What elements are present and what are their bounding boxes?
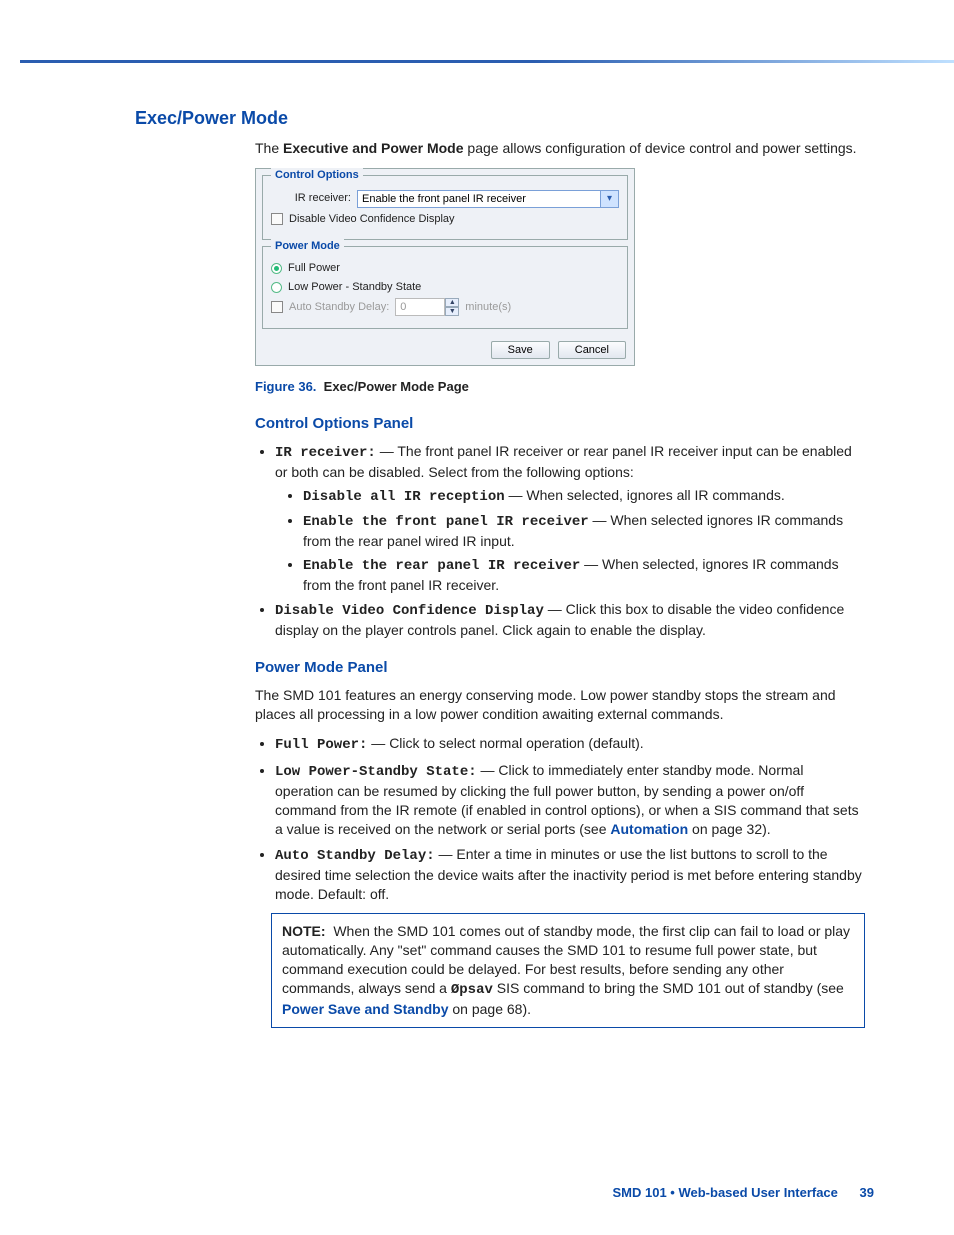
low-power-radio[interactable]: [271, 282, 282, 293]
control-options-legend: Control Options: [271, 168, 363, 183]
figure-caption: Figure 36. Exec/Power Mode Page: [255, 378, 865, 396]
auto-standby-spinner[interactable]: ▲ ▼: [395, 298, 459, 316]
disable-vcd-label: Disable Video Confidence Display: [289, 212, 455, 227]
low-power-label: Low Power - Standby State: [288, 280, 421, 295]
full-power-radio[interactable]: [271, 263, 282, 274]
intro-paragraph: The Executive and Power Mode page allows…: [255, 139, 865, 158]
low-power-desc-b: on page 32).: [688, 821, 771, 837]
page-section-heading: Exec/Power Mode: [135, 108, 865, 129]
note-command: Øpsav: [451, 982, 493, 998]
figure-title: Exec/Power Mode Page: [324, 379, 469, 394]
figure-number: Figure 36.: [255, 379, 316, 394]
power-mode-legend: Power Mode: [271, 239, 344, 254]
note-text-c: on page 68).: [449, 1001, 532, 1017]
auto-standby-term: Auto Standby Delay:: [275, 848, 435, 864]
auto-standby-value[interactable]: [395, 298, 445, 316]
spinner-down-icon[interactable]: ▼: [445, 307, 459, 316]
list-item: Full Power: — Click to select normal ope…: [275, 734, 865, 755]
full-power-term: Full Power:: [275, 737, 367, 753]
power-mode-panel-heading: Power Mode Panel: [255, 658, 865, 678]
full-power-label: Full Power: [288, 261, 340, 276]
opt1-desc: — When selected, ignores all IR commands…: [505, 487, 785, 503]
footer-page-number: 39: [860, 1185, 874, 1200]
config-screenshot: Control Options IR receiver: ▾ Disable V…: [255, 168, 635, 367]
list-item: Enable the front panel IR receiver — Whe…: [303, 511, 865, 551]
ir-receiver-label: IR receiver:: [271, 191, 351, 206]
full-power-desc: — Click to select normal operation (defa…: [367, 735, 643, 751]
intro-bold: Executive and Power Mode: [283, 140, 464, 156]
power-mode-group: Power Mode Full Power Low Power - Standb…: [262, 246, 628, 330]
minutes-label: minute(s): [465, 300, 511, 315]
power-mode-list: Full Power: — Click to select normal ope…: [255, 734, 865, 903]
auto-standby-label: Auto Standby Delay:: [289, 300, 389, 315]
list-item: Low Power-Standby State: — Click to imme…: [275, 761, 865, 839]
note-text-b: SIS command to bring the SMD 101 out of …: [493, 980, 844, 996]
opt3-term: Enable the rear panel IR receiver: [303, 558, 580, 574]
power-mode-intro: The SMD 101 features an energy conservin…: [255, 686, 865, 724]
chevron-down-icon[interactable]: ▾: [601, 190, 619, 208]
intro-pre: The: [255, 140, 283, 156]
list-item: Enable the rear panel IR receiver — When…: [303, 555, 865, 595]
low-power-term: Low Power-Standby State:: [275, 764, 477, 780]
auto-standby-checkbox[interactable]: [271, 301, 283, 313]
intro-post: page allows configuration of device cont…: [464, 140, 857, 156]
ir-receiver-value[interactable]: [357, 190, 601, 208]
ir-receiver-term: IR receiver:: [275, 445, 376, 461]
save-button[interactable]: Save: [491, 341, 550, 359]
list-item: Disable Video Confidence Display — Click…: [275, 600, 865, 640]
list-item: Auto Standby Delay: — Enter a time in mi…: [275, 845, 865, 904]
automation-link[interactable]: Automation: [610, 821, 688, 837]
top-accent-bar: [20, 60, 954, 63]
note-label: NOTE:: [282, 923, 326, 939]
list-item: IR receiver: — The front panel IR receiv…: [275, 442, 865, 594]
spinner-up-icon[interactable]: ▲: [445, 298, 459, 307]
dvcd-term: Disable Video Confidence Display: [275, 603, 544, 619]
ir-receiver-select[interactable]: ▾: [357, 190, 619, 208]
power-save-link[interactable]: Power Save and Standby: [282, 1001, 449, 1017]
control-options-list: IR receiver: — The front panel IR receiv…: [255, 442, 865, 640]
opt1-term: Disable all IR reception: [303, 489, 505, 505]
disable-vcd-checkbox[interactable]: [271, 213, 283, 225]
footer-title: SMD 101 • Web-based User Interface: [613, 1185, 838, 1200]
note-box: NOTE: When the SMD 101 comes out of stan…: [271, 913, 865, 1027]
control-options-group: Control Options IR receiver: ▾ Disable V…: [262, 175, 628, 240]
page-footer: SMD 101 • Web-based User Interface 39: [613, 1185, 875, 1200]
cancel-button[interactable]: Cancel: [558, 341, 626, 359]
control-options-panel-heading: Control Options Panel: [255, 414, 865, 434]
opt2-term: Enable the front panel IR receiver: [303, 514, 589, 530]
list-item: Disable all IR reception — When selected…: [303, 486, 865, 507]
